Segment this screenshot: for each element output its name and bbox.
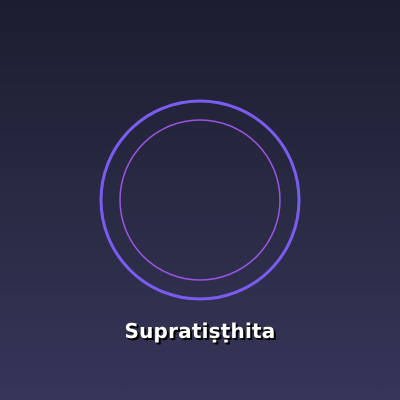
inner-ring bbox=[119, 119, 281, 281]
outer-ring bbox=[99, 99, 301, 301]
title-label: Supratiṣṭhita bbox=[124, 319, 276, 343]
